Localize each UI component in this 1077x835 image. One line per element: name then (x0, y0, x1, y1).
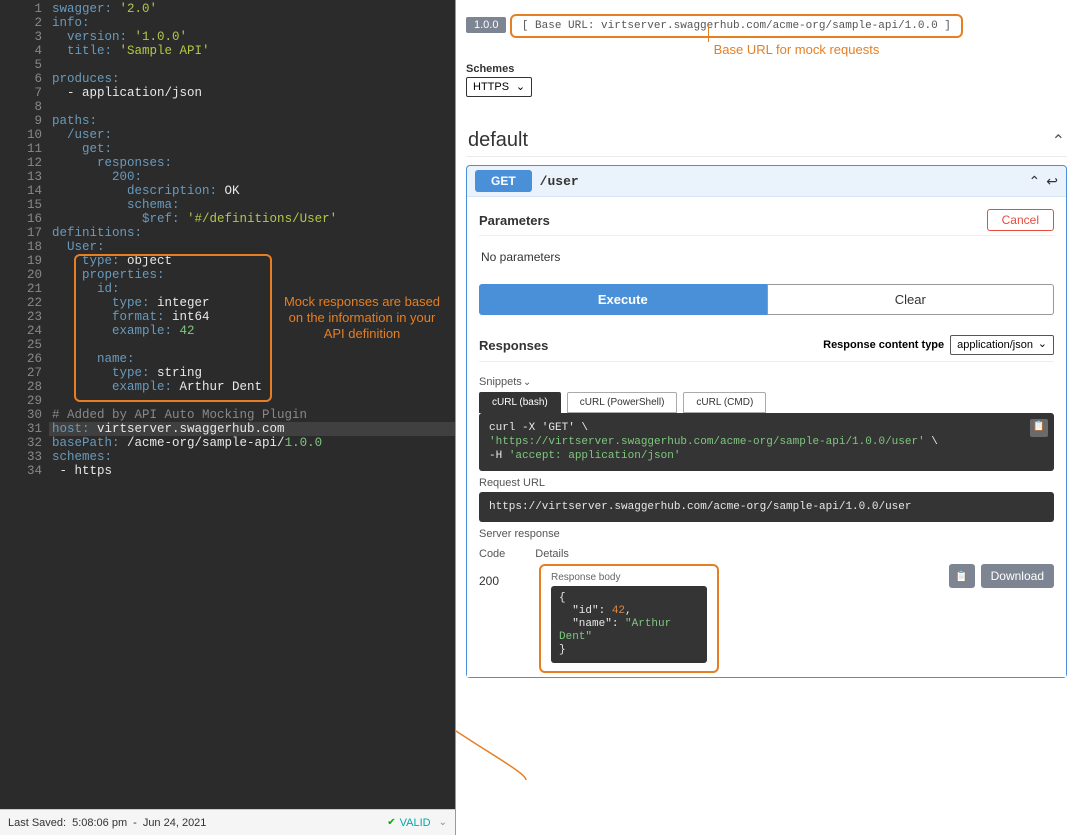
request-url-value: https://virtserver.swaggerhub.com/acme-o… (479, 492, 1054, 522)
copy-icon[interactable]: 📋 (1030, 419, 1048, 437)
operation-body: Parameters Cancel No parameters Execute … (467, 196, 1066, 677)
api-version-badge: 1.0.0 (466, 17, 506, 33)
undo-icon[interactable]: ↩ (1046, 173, 1058, 190)
editor-pane: 1234567891011121314151617181920212223242… (0, 0, 455, 835)
response-body-label: Response body (551, 572, 707, 583)
tag-name: default (468, 129, 528, 152)
response-content-type-label: Response content type (823, 339, 944, 351)
annotation-box-response: Response body { "id": 42, "name": "Arthu… (539, 564, 719, 673)
tag-default[interactable]: default ⌃ (466, 125, 1067, 157)
last-saved-time: 5:08:06 pm (72, 817, 127, 829)
last-saved-label: Last Saved: (8, 817, 66, 829)
response-status-code: 200 (479, 564, 519, 588)
details-column-header: Details (535, 548, 569, 560)
editor-statusbar: Last Saved: 5:08:06 pm - Jun 24, 2021 VA… (0, 809, 455, 835)
code-area[interactable]: swagger: '2.0'info: version: '1.0.0' tit… (52, 2, 455, 809)
chevron-up-icon: ⌃ (1052, 131, 1065, 151)
operation-block-get-user: GET /user ⌃ ↩ Parameters Cancel No param… (466, 165, 1067, 678)
responses-title: Responses (479, 338, 548, 353)
base-url-box: [ Base URL: virtserver.swaggerhub.com/ac… (510, 14, 963, 38)
request-url-label: Request URL (479, 477, 1054, 489)
response-content-type-select[interactable]: application/json (950, 335, 1054, 355)
line-gutter: 1234567891011121314151617181920212223242… (0, 2, 52, 809)
snippets-toggle[interactable]: Snippets (479, 376, 1054, 388)
chevron-up-icon[interactable]: ⌃ (1029, 173, 1041, 190)
copy-response-icon[interactable]: 📋 (949, 564, 975, 588)
swagger-ui-pane: 1.0.0 [ Base URL: virtserver.swaggerhub.… (455, 0, 1077, 835)
execute-button[interactable]: Execute (479, 284, 767, 315)
code-editor[interactable]: 1234567891011121314151617181920212223242… (0, 0, 455, 809)
operation-header[interactable]: GET /user ⌃ ↩ (467, 166, 1066, 196)
tab-curl-powershell[interactable]: cURL (PowerShell) (567, 392, 678, 413)
validation-status[interactable]: VALID (387, 817, 447, 829)
annotation-baseurl-caption: Base URL for mock requests (526, 42, 1067, 57)
cancel-button[interactable]: Cancel (987, 209, 1054, 231)
schemes-label: Schemes (466, 63, 1067, 75)
operation-path: /user (540, 174, 579, 189)
tab-curl-bash[interactable]: cURL (bash) (479, 392, 561, 413)
last-saved-date: Jun 24, 2021 (143, 817, 207, 829)
server-response-label: Server response (479, 528, 1054, 540)
clear-button[interactable]: Clear (767, 284, 1055, 315)
download-button[interactable]: Download (981, 564, 1054, 588)
no-parameters-text: No parameters (479, 235, 1054, 278)
response-body-json: { "id": 42, "name": "Arthur Dent" } (551, 586, 707, 663)
parameters-title: Parameters (479, 213, 550, 228)
schemes-select[interactable]: HTTPS (466, 77, 532, 97)
annotation-text-definition: Mock responses are based on the informat… (277, 294, 447, 342)
http-method-badge: GET (475, 170, 532, 192)
curl-snippet: 📋 curl -X 'GET' \ 'https://virtserver.sw… (479, 413, 1054, 471)
tab-curl-cmd[interactable]: cURL (CMD) (683, 392, 766, 413)
code-column-header: Code (479, 548, 505, 560)
snippet-tabs: cURL (bash) cURL (PowerShell) cURL (CMD) (479, 392, 1054, 413)
